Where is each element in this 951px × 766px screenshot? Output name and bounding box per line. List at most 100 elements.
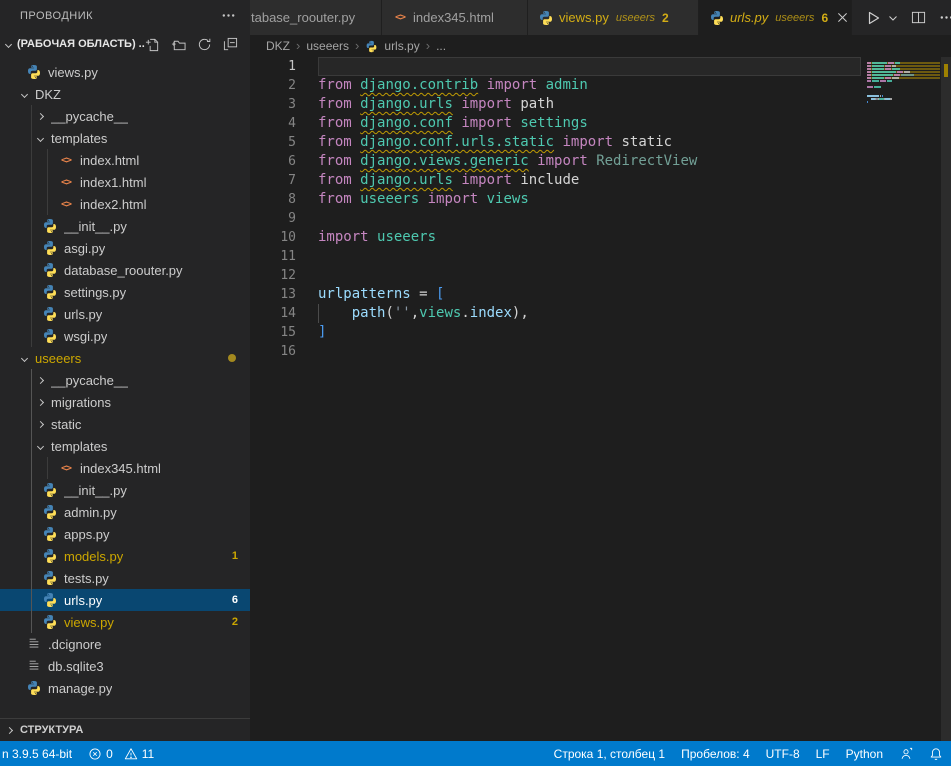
- tree-item-models-py[interactable]: models.py1: [0, 545, 250, 567]
- tab-index345-html[interactable]: <>index345.html: [382, 0, 528, 35]
- refresh-icon[interactable]: [197, 37, 212, 52]
- encoding[interactable]: UTF-8: [766, 747, 800, 761]
- tab-problems-badge: 2: [662, 11, 669, 25]
- tabs: tabase_roouter.py<>index345.htmlviews.py…: [250, 0, 852, 35]
- breadcrumb-item[interactable]: useeers: [306, 39, 349, 53]
- workspace-section-header[interactable]: (РАБОЧАЯ ОБЛАСТЬ) ...: [0, 31, 250, 57]
- tree-item-index345-html[interactable]: <> index345.html: [0, 457, 250, 479]
- tree-item-migrations[interactable]: migrations: [0, 391, 250, 413]
- python-icon: [42, 482, 58, 498]
- code-editor[interactable]: 12from django.contrib import admin3from …: [250, 57, 951, 741]
- line-number: 12: [250, 266, 296, 285]
- tree-item-useeers[interactable]: useeers: [0, 347, 250, 369]
- tree-item-admin-py[interactable]: admin.py: [0, 501, 250, 523]
- python-icon: [42, 284, 58, 300]
- tree-item-label: urls.py: [64, 593, 102, 608]
- tree-item--pycache-[interactable]: __pycache__: [0, 369, 250, 391]
- tree-item-urls-py[interactable]: urls.py6: [0, 589, 250, 611]
- line-number: 14: [250, 304, 296, 323]
- tree-item-label: index345.html: [80, 461, 161, 476]
- tree-item--init-py[interactable]: __init__.py: [0, 479, 250, 501]
- html-icon: <>: [58, 460, 74, 476]
- tree-item-tests-py[interactable]: tests.py: [0, 567, 250, 589]
- tree-item-views-py[interactable]: views.py: [0, 61, 250, 83]
- bell-icon[interactable]: [929, 747, 943, 761]
- more-horizontal-icon[interactable]: [221, 8, 236, 23]
- tree-item-apps-py[interactable]: apps.py: [0, 523, 250, 545]
- tree-item-index2-html[interactable]: <>index2.html: [0, 193, 250, 215]
- tree-item--dcignore[interactable]: .dcignore: [0, 633, 250, 655]
- status-bar: n 3.9.5 64-bit 0 11 Строка 1, столбец 1 …: [0, 741, 951, 766]
- eol-sequence[interactable]: LF: [816, 747, 830, 761]
- split-editor-icon[interactable]: [911, 10, 926, 25]
- new-folder-icon[interactable]: [171, 37, 186, 52]
- minimap[interactable]: [867, 59, 940, 107]
- run-dropdown-chevron-icon[interactable]: [888, 13, 898, 23]
- outline-section-header[interactable]: СТРУКТУРА: [0, 718, 250, 741]
- chevron-right-icon: ›: [355, 38, 359, 53]
- code-line-4: 4from django.conf import settings: [250, 114, 951, 133]
- tree-item-templates[interactable]: templates: [0, 127, 250, 149]
- line-content: from django.urls import include: [318, 171, 861, 190]
- minimap-line: [867, 77, 940, 79]
- chevron-down-icon: [37, 442, 44, 449]
- chevron-right-icon: [37, 112, 44, 119]
- tree-item-index1-html[interactable]: <>index1.html: [0, 171, 250, 193]
- minimap-line: [867, 59, 940, 61]
- tree-indent-guide: [31, 105, 32, 347]
- indent-guide: [318, 304, 319, 323]
- tab-views-py[interactable]: views.pyuseeers2: [528, 0, 699, 35]
- tree-item-manage-py[interactable]: manage.py: [0, 677, 250, 699]
- python-icon: [42, 328, 58, 344]
- close-icon[interactable]: [837, 12, 848, 23]
- tree-item-templates[interactable]: templates: [0, 435, 250, 457]
- line-number: 15: [250, 323, 296, 342]
- tab-urls-py[interactable]: urls.pyuseeers6: [699, 0, 852, 35]
- line-content: path('',views.index),: [318, 304, 861, 323]
- explorer-title: ПРОВОДНИК: [20, 10, 221, 22]
- tree-item-settings-py[interactable]: settings.py: [0, 281, 250, 303]
- new-file-icon[interactable]: [145, 37, 160, 52]
- tree-item-static[interactable]: static: [0, 413, 250, 435]
- minimap-line: [867, 104, 940, 106]
- code-line-15: 15]: [250, 323, 951, 342]
- tree-item-wsgi-py[interactable]: wsgi.py: [0, 325, 250, 347]
- run-icon[interactable]: [865, 10, 881, 26]
- python-interpreter-status[interactable]: n 3.9.5 64-bit: [2, 747, 72, 761]
- more-horizontal-icon[interactable]: [939, 10, 951, 25]
- tree-item-database-roouter-py[interactable]: database_roouter.py: [0, 259, 250, 281]
- python-icon: [26, 64, 42, 80]
- breadcrumb-item[interactable]: ...: [436, 39, 446, 53]
- tree-item-urls-py[interactable]: urls.py: [0, 303, 250, 325]
- python-icon: [42, 614, 58, 630]
- breadcrumb-item[interactable]: urls.py: [384, 39, 419, 53]
- tree-item--pycache-[interactable]: __pycache__: [0, 105, 250, 127]
- cursor-position[interactable]: Строка 1, столбец 1: [554, 747, 665, 761]
- line-number: 5: [250, 133, 296, 152]
- tree-item-db-sqlite3[interactable]: db.sqlite3: [0, 655, 250, 677]
- problems-count-badge: 1: [232, 550, 238, 562]
- problems-status[interactable]: 0 11: [88, 747, 154, 761]
- file-icon: [26, 636, 42, 652]
- tree-item-dkz[interactable]: DKZ: [0, 83, 250, 105]
- tab-tabase-roouter-py[interactable]: tabase_roouter.py: [250, 0, 382, 35]
- chevron-right-icon: [37, 420, 44, 427]
- line-number: 16: [250, 342, 296, 361]
- line-content: from django.conf import settings: [318, 114, 861, 133]
- language-mode[interactable]: Python: [846, 747, 883, 761]
- code-lines: 12from django.contrib import admin3from …: [250, 57, 951, 361]
- collapse-all-icon[interactable]: [223, 37, 238, 52]
- minimap-line: [867, 71, 940, 73]
- chevron-right-icon: [6, 726, 13, 733]
- file-icon: [26, 658, 42, 674]
- vertical-scrollbar[interactable]: [941, 57, 951, 741]
- tree-item-asgi-py[interactable]: asgi.py: [0, 237, 250, 259]
- tree-item-index-html[interactable]: <>index.html: [0, 149, 250, 171]
- breadcrumb-item[interactable]: DKZ: [266, 39, 290, 53]
- line-content: from django.contrib import admin: [318, 76, 861, 95]
- tree-item-label: tests.py: [64, 571, 109, 586]
- tree-item-views-py[interactable]: views.py2: [0, 611, 250, 633]
- person-feedback-icon[interactable]: [899, 747, 913, 761]
- tree-item--init-py[interactable]: __init__.py: [0, 215, 250, 237]
- indentation[interactable]: Пробелов: 4: [681, 747, 750, 761]
